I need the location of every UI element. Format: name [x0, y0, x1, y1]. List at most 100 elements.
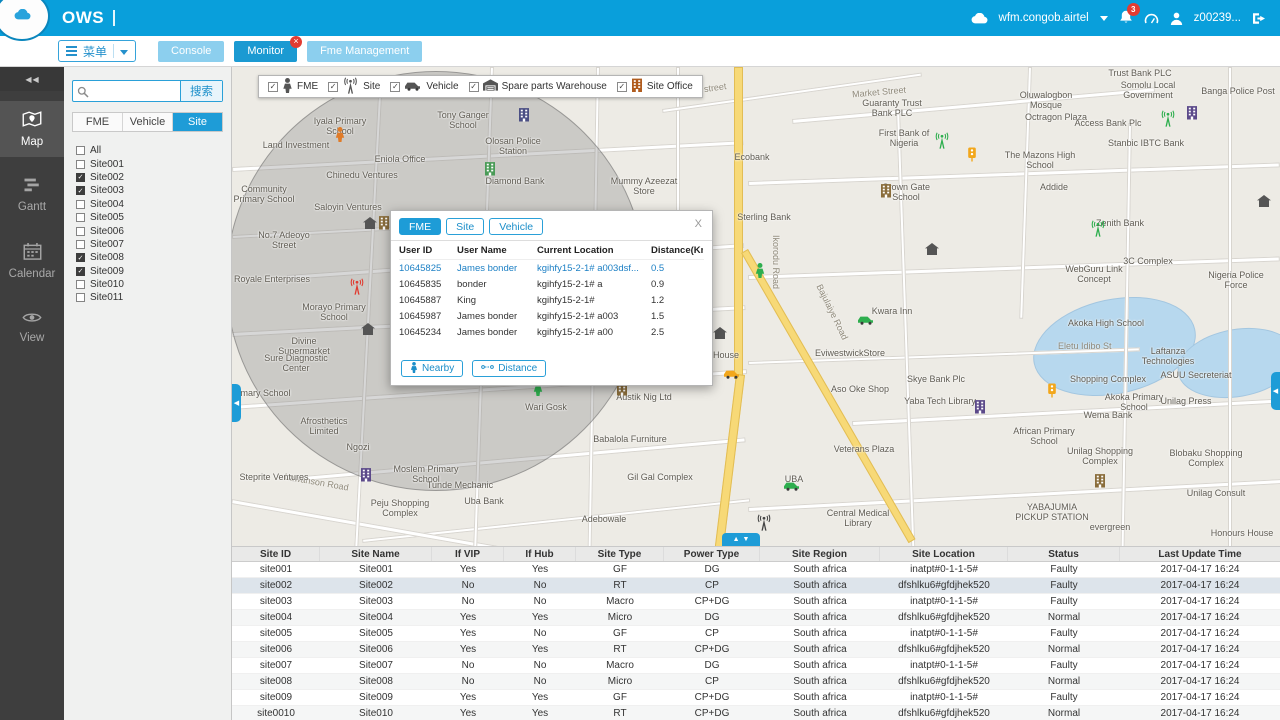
- site-filter-item[interactable]: All: [76, 144, 231, 157]
- office-icon[interactable]: [1094, 474, 1106, 493]
- site-checkbox[interactable]: [76, 226, 85, 236]
- username[interactable]: z00239...: [1194, 12, 1241, 24]
- distance-button[interactable]: Distance: [472, 360, 547, 377]
- checkbox[interactable]: ✓: [268, 81, 278, 92]
- signal-icon[interactable]: [967, 147, 977, 167]
- house-icon[interactable]: [363, 216, 377, 234]
- window-tab-monitor[interactable]: Monitor ×: [234, 35, 303, 62]
- table-row[interactable]: site001 Site001 Yes Yes GF DG South africa inat…: [232, 562, 1280, 578]
- site-checkbox[interactable]: [76, 293, 85, 303]
- site-checkbox[interactable]: [76, 213, 85, 223]
- layer-toggle-spare-parts-warehouse[interactable]: ✓ Spare parts Warehouse: [468, 79, 607, 94]
- table-row[interactable]: site009 Site009 Yes Yes GF CP+DG South africa i…: [232, 690, 1280, 706]
- popup-tab-fme[interactable]: FME: [399, 218, 442, 235]
- collapse-table-handle[interactable]: ▲ ▼: [722, 533, 760, 546]
- office-icon[interactable]: [974, 400, 986, 419]
- popup-close-button[interactable]: X: [693, 218, 704, 230]
- collapse-panel-handle[interactable]: ◀: [232, 384, 241, 422]
- filter-tab-site[interactable]: Site: [172, 113, 222, 131]
- site-filter-item[interactable]: ✓ Site002: [76, 171, 231, 184]
- car-icon[interactable]: [857, 312, 875, 330]
- layer-toggle-fme[interactable]: ✓ FME: [268, 77, 318, 96]
- site-filter-item[interactable]: ✓ Site003: [76, 184, 231, 197]
- site-checkbox[interactable]: ✓: [76, 253, 85, 263]
- table-row[interactable]: site003 Site003 No No Macro CP+DG South africa…: [232, 594, 1280, 610]
- site-filter-item[interactable]: Site004: [76, 198, 231, 211]
- antenna-icon[interactable]: [1090, 220, 1107, 242]
- sidebar-item-calendar[interactable]: Calendar: [0, 233, 64, 289]
- popup-cell[interactable]: 0.5: [651, 263, 703, 274]
- close-tab-icon[interactable]: ×: [290, 35, 303, 48]
- site-filter-item[interactable]: Site001: [76, 157, 231, 170]
- popup-table-row[interactable]: 10645987 James bonder kgihfy15-2-1# a003 1.…: [399, 308, 704, 324]
- search-input[interactable]: [73, 81, 180, 101]
- gauge-icon[interactable]: [1144, 12, 1159, 25]
- site-filter-item[interactable]: ✓ Site008: [76, 251, 231, 264]
- site-checkbox[interactable]: ✓: [76, 186, 85, 196]
- car-icon[interactable]: [783, 478, 801, 496]
- expand-right-handle[interactable]: ◀: [1271, 372, 1280, 410]
- popup-cell[interactable]: James bonder: [457, 263, 537, 274]
- search-button[interactable]: 搜索: [180, 81, 222, 101]
- person-icon[interactable]: [335, 127, 346, 147]
- antenna-icon[interactable]: [934, 132, 951, 154]
- nearby-button[interactable]: Nearby: [401, 360, 464, 377]
- site-checkbox[interactable]: [76, 280, 85, 290]
- table-row[interactable]: site005 Site005 Yes No GF CP South africa inatp…: [232, 626, 1280, 642]
- checkbox[interactable]: ✓: [468, 81, 479, 92]
- logout-icon[interactable]: [1252, 12, 1266, 25]
- office-icon[interactable]: [1186, 106, 1198, 125]
- person-icon[interactable]: [755, 263, 766, 283]
- sidebar-item-map[interactable]: Map: [0, 101, 64, 157]
- site-checkbox[interactable]: [76, 146, 85, 156]
- layer-toggle-site[interactable]: ✓ Site: [328, 77, 380, 97]
- checkbox[interactable]: ✓: [328, 81, 339, 92]
- table-row[interactable]: site002 Site002 No No RT CP South africa dfshlk…: [232, 578, 1280, 594]
- filter-tab-fme[interactable]: FME: [73, 113, 122, 131]
- site-filter-item[interactable]: Site005: [76, 211, 231, 224]
- collapse-sidebar-button[interactable]: ◀ ◀: [0, 67, 64, 91]
- site-filter-item[interactable]: ✓ Site009: [76, 265, 231, 278]
- window-tab-console[interactable]: Console: [158, 40, 225, 62]
- sidebar-item-gantt[interactable]: Gantt: [0, 167, 64, 223]
- table-row[interactable]: site007 Site007 No No Macro DG South africa ina…: [232, 658, 1280, 674]
- popup-table-row[interactable]: 10645825 James bonder kgihfy15-2-1# a003ds…: [399, 260, 704, 276]
- house-icon[interactable]: [1257, 194, 1271, 212]
- table-row[interactable]: site0010 Site010 Yes Yes RT CP+DG South africa…: [232, 706, 1280, 720]
- house-icon[interactable]: [361, 322, 375, 340]
- office-icon[interactable]: [378, 216, 390, 235]
- house-icon[interactable]: [925, 242, 939, 260]
- antenna-icon[interactable]: [1160, 110, 1177, 132]
- popup-cell[interactable]: 10645825: [399, 263, 457, 274]
- popup-cell[interactable]: kgihfy15-2-1# a003dsf...: [537, 263, 651, 274]
- site-checkbox[interactable]: [76, 239, 85, 249]
- checkbox[interactable]: ✓: [390, 81, 401, 92]
- car-icon[interactable]: [723, 366, 741, 384]
- user-icon[interactable]: [1170, 12, 1183, 25]
- account-name[interactable]: wfm.congob.airtel: [999, 12, 1089, 24]
- layer-toggle-site-office[interactable]: ✓ Site Office: [616, 78, 693, 95]
- popup-tab-vehicle[interactable]: Vehicle: [489, 218, 544, 235]
- antenna-icon[interactable]: [349, 278, 366, 300]
- filter-tab-vehicle[interactable]: Vehicle: [122, 113, 172, 131]
- window-tab-fme-management[interactable]: Fme Management: [307, 40, 423, 62]
- popup-table-row[interactable]: 10645835 bonder kgihfy15-2-1# a 0.9: [399, 276, 704, 292]
- office-icon[interactable]: [880, 184, 892, 203]
- house-icon[interactable]: [713, 326, 727, 344]
- sidebar-item-view[interactable]: View: [0, 299, 64, 355]
- site-filter-item[interactable]: Site010: [76, 278, 231, 291]
- office-icon[interactable]: [360, 468, 372, 487]
- table-row[interactable]: site008 Site008 No No Micro CP South africa dfs…: [232, 674, 1280, 690]
- site-checkbox[interactable]: [76, 159, 85, 169]
- signal-icon[interactable]: [1047, 383, 1057, 403]
- popup-tab-site[interactable]: Site: [446, 218, 485, 235]
- site-filter-item[interactable]: Site006: [76, 224, 231, 237]
- table-row[interactable]: site004 Site004 Yes Yes Micro DG South africa d…: [232, 610, 1280, 626]
- popup-table-row[interactable]: 10645234 James bonder kgihfy15-2-1# a00 2.5: [399, 324, 704, 340]
- site-filter-item[interactable]: Site011: [76, 291, 231, 304]
- layer-toggle-vehicle[interactable]: ✓ Vehicle: [390, 80, 459, 94]
- bell-icon[interactable]: 3: [1119, 2, 1140, 27]
- caret-down-icon[interactable]: [1099, 15, 1108, 21]
- site-checkbox[interactable]: ✓: [76, 266, 85, 276]
- popup-table-row[interactable]: 10645887 King kgihfy15-2-1# 1.2: [399, 292, 704, 308]
